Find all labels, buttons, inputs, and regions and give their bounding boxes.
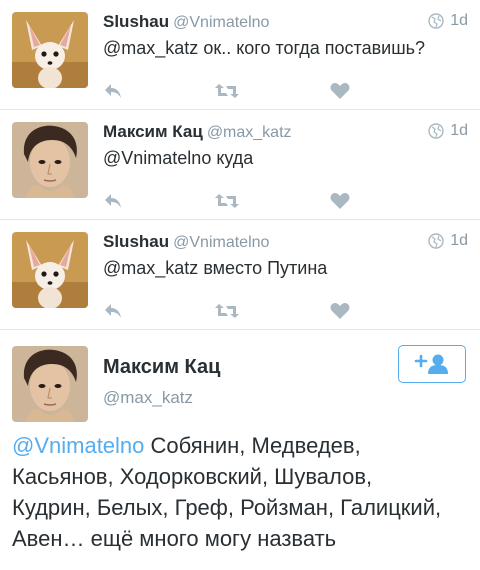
tweet[interactable]: Максим Кац @max_katz 1d @Vnimatelno куда: [0, 110, 480, 220]
tweet-text: @Vnimatelno куда: [103, 148, 253, 169]
tweet-header: Максим Кац @max_katz: [103, 122, 292, 142]
reply-icon: [105, 304, 121, 318]
tweet-meta: 1d: [428, 122, 468, 140]
retweet-icon: [215, 194, 239, 208]
retweet-icon: [215, 304, 239, 318]
follow-button[interactable]: [398, 345, 466, 383]
avatar[interactable]: [12, 232, 88, 308]
tweet-text: @max_katz вместо Путина: [103, 258, 327, 279]
like-button[interactable]: [329, 300, 351, 322]
retweet-icon: [215, 84, 239, 98]
retweet-button[interactable]: [213, 300, 241, 322]
like-icon: [330, 193, 350, 209]
fox-avatar-image: [12, 232, 88, 308]
person-avatar-image: [12, 122, 88, 198]
like-button[interactable]: [329, 80, 351, 102]
tweet-body: куда: [211, 148, 254, 168]
reply-button[interactable]: [103, 300, 123, 322]
mention-link[interactable]: @Vnimatelno: [12, 433, 144, 458]
tweet-actions: [103, 300, 353, 324]
user-handle[interactable]: @max_katz: [207, 124, 292, 141]
globe-icon: [428, 233, 444, 249]
person-avatar-image: [12, 346, 88, 422]
fox-avatar-image: [12, 12, 88, 88]
timestamp[interactable]: 1d: [450, 122, 468, 140]
tweet-header: Slushau @Vnimatelno: [103, 12, 269, 32]
author-handle[interactable]: @max_katz: [103, 388, 193, 408]
tweet-header: Slushau @Vnimatelno: [103, 232, 269, 252]
user-handle[interactable]: @Vnimatelno: [173, 14, 269, 31]
reply-button[interactable]: [103, 80, 123, 102]
tweet[interactable]: Slushau @Vnimatelno 1d @max_katz вместо П…: [0, 220, 480, 330]
tweet-actions: [103, 190, 353, 214]
tweet-body: вместо Путина: [198, 258, 328, 278]
timestamp[interactable]: 1d: [450, 232, 468, 250]
avatar[interactable]: [12, 12, 88, 88]
tweet-text: @max_katz ок.. кого тогда поставишь?: [103, 38, 425, 59]
like-button[interactable]: [329, 190, 351, 212]
user-name[interactable]: Максим Кац: [103, 122, 203, 141]
tweet[interactable]: Slushau @Vnimatelno 1d @max_katz ок.. ког…: [0, 0, 480, 110]
retweet-button[interactable]: [213, 80, 241, 102]
tweet-body: ок.. кого тогда поставишь?: [198, 38, 426, 58]
timestamp[interactable]: 1d: [450, 12, 468, 30]
globe-icon: [428, 123, 444, 139]
reply-icon: [105, 194, 121, 208]
user-handle[interactable]: @Vnimatelno: [173, 234, 269, 251]
reply-icon: [105, 84, 121, 98]
user-name[interactable]: Slushau: [103, 12, 169, 31]
tweet-body-line: Собянин, Медведев,: [144, 433, 361, 458]
user-name[interactable]: Slushau: [103, 232, 169, 251]
tweet-body-line: Кудрин, Белых, Греф, Ройзман, Галицкий,: [12, 495, 442, 520]
tweet-meta: 1d: [428, 12, 468, 30]
tweet-body-line: Авен… ещё много могу назвать: [12, 526, 337, 551]
reply-button[interactable]: [103, 190, 123, 212]
globe-icon: [428, 13, 444, 29]
tweet-meta: 1d: [428, 232, 468, 250]
tweet-actions: [103, 80, 353, 104]
avatar[interactable]: [12, 122, 88, 198]
tweet-body-line: Касьянов, Ходорковский, Шувалов,: [12, 464, 373, 489]
follow-user-icon: [414, 354, 448, 374]
like-icon: [330, 83, 350, 99]
mention-link[interactable]: @max_katz: [103, 38, 198, 58]
avatar[interactable]: [12, 346, 88, 422]
like-icon: [330, 303, 350, 319]
expanded-tweet-text: @Vnimatelno Собянин, Медведев, Касьянов,…: [12, 430, 472, 554]
retweet-button[interactable]: [213, 190, 241, 212]
mention-link[interactable]: @Vnimatelno: [103, 148, 211, 168]
author-name[interactable]: Максим Кац: [103, 356, 220, 379]
mention-link[interactable]: @max_katz: [103, 258, 198, 278]
